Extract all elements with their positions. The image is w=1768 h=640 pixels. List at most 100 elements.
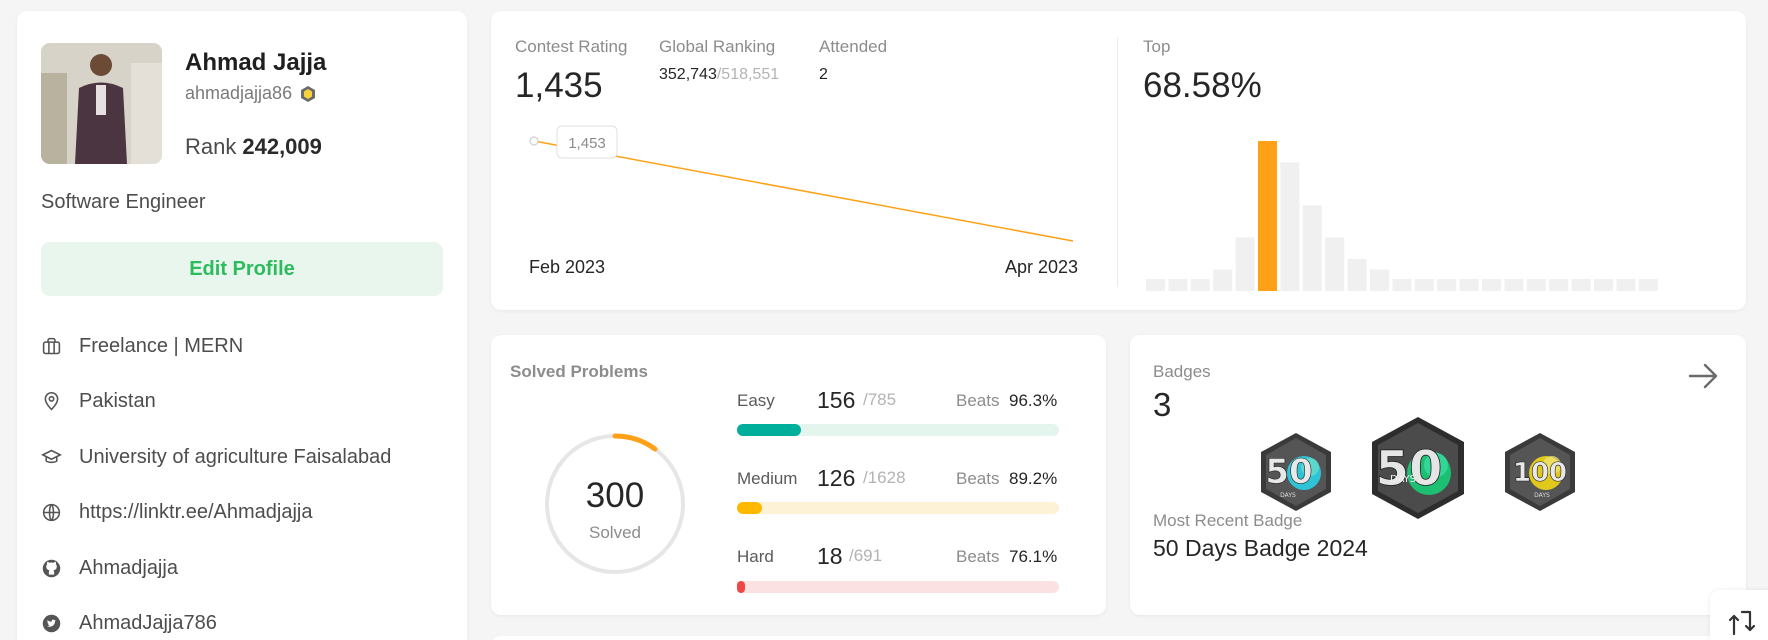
- tooltip-text: 1,453: [568, 135, 606, 152]
- histogram-bar: [1638, 279, 1658, 291]
- globe-icon: [42, 503, 61, 522]
- arrow-right-icon[interactable]: [1686, 359, 1720, 393]
- histogram-bar: [1392, 279, 1412, 291]
- histogram-bar: [1594, 279, 1613, 291]
- top-label: Top: [1143, 37, 1171, 56]
- badges-label: Badges: [1153, 362, 1211, 381]
- histogram-bar: [1146, 279, 1165, 291]
- global-ranking-value: 352,743: [659, 66, 717, 83]
- medium-progress-fill: [737, 502, 762, 514]
- histogram-bar: [1526, 279, 1546, 291]
- info-row-website: https://linktr.ee/Ahmadjajja: [41, 501, 312, 524]
- knight-badge-icon[interactable]: [299, 85, 317, 103]
- hard-progress-fill: [737, 581, 746, 593]
- easy-total: /785: [863, 390, 897, 409]
- medium-beats-label: Beats: [956, 469, 1000, 488]
- twitter-icon: [42, 614, 61, 633]
- histogram-bar: [1190, 279, 1210, 291]
- x-tick-end: Apr 2023: [1005, 257, 1078, 277]
- avatar[interactable]: [41, 43, 162, 164]
- histogram-bar: [1370, 269, 1389, 291]
- svg-text:DAYS: DAYS: [1534, 492, 1550, 499]
- next-card-edge: [491, 636, 1746, 640]
- floating-action-widget[interactable]: [1710, 590, 1768, 640]
- edit-profile-button[interactable]: Edit Profile: [41, 242, 443, 296]
- rank-value: 242,009: [242, 134, 322, 159]
- info-row-location: Pakistan: [41, 390, 156, 413]
- histogram-bar: [1302, 205, 1322, 291]
- badges-count: 3: [1153, 386, 1172, 423]
- briefcase-icon: [42, 337, 61, 355]
- svg-text:50: 50: [1265, 452, 1312, 492]
- rank: Rank 242,009: [185, 134, 322, 160]
- badges-card: Badges 3 50 DAYS 50 DAYS 100 DAYS Most R…: [1130, 335, 1746, 615]
- easy-beats: 96.3%: [1009, 391, 1058, 410]
- histogram-bar-current: [1258, 141, 1277, 291]
- histogram-bar: [1504, 279, 1524, 291]
- histogram-bar: [1571, 279, 1591, 291]
- rating-tooltip: 1,453: [556, 125, 618, 159]
- badge-50-days-icon[interactable]: 50 DAYS: [1258, 431, 1334, 513]
- info-row-school: University of agriculture Faisalabad: [41, 446, 391, 469]
- easy-label: Easy: [737, 391, 775, 410]
- info-text: Pakistan: [79, 390, 156, 412]
- global-ranking-label: Global Ranking: [659, 37, 776, 56]
- rating-histogram[interactable]: [1146, 131, 1721, 296]
- solved-title: Solved Problems: [510, 362, 648, 381]
- card-divider: [1117, 37, 1118, 287]
- global-ranking: 352,743/518,551: [659, 66, 779, 84]
- recent-badge-name: 50 Days Badge 2024: [1153, 535, 1368, 561]
- medium-count: 126: [817, 465, 856, 491]
- svg-text:DAYS: DAYS: [1280, 492, 1296, 499]
- badge-50-days-2024-icon[interactable]: 50 DAYS: [1368, 415, 1468, 521]
- badge-100-days-icon[interactable]: 100 DAYS: [1502, 431, 1578, 513]
- info-row-github: Ahmadjajja: [41, 557, 178, 580]
- top-percent: 68.58%: [1143, 66, 1262, 105]
- username-text: ahmadjajja86: [185, 83, 293, 103]
- easy-progress-fill: [737, 424, 802, 436]
- histogram-bar: [1213, 269, 1233, 291]
- medium-total: /1628: [863, 468, 906, 487]
- medium-progress-bar: [737, 502, 1059, 514]
- hard-count: 18: [817, 543, 843, 569]
- easy-progress-bar: [737, 424, 1059, 436]
- attended-label: Attended: [819, 37, 888, 56]
- solved-total: 300: [585, 476, 645, 515]
- solved-total-label: Solved: [589, 523, 641, 542]
- histogram-bar: [1280, 162, 1300, 291]
- website-link[interactable]: https://linktr.ee/Ahmadjajja: [79, 501, 312, 524]
- hard-progress-bar: [737, 581, 1059, 593]
- histogram-bar: [1482, 279, 1501, 291]
- attended-value: 2: [819, 66, 828, 83]
- histogram-bar: [1549, 279, 1569, 291]
- info-text: Freelance | MERN: [79, 335, 244, 357]
- histogram-bar: [1325, 237, 1345, 291]
- x-tick-start: Feb 2023: [529, 257, 605, 277]
- profile-card: Ahmad Jajja ahmadjajja86 Rank 242,009 Sof…: [17, 11, 467, 640]
- github-link[interactable]: Ahmadjajja: [79, 557, 178, 580]
- contest-rating-label: Contest Rating: [515, 37, 628, 56]
- global-ranking-total: /518,551: [716, 66, 780, 83]
- info-text: University of agriculture Faisalabad: [79, 446, 392, 468]
- histogram-bar: [1168, 279, 1188, 291]
- rating-line-chart[interactable]: 1,453 Feb 2023 Apr 2023: [491, 101, 1117, 301]
- svg-text:DAYS: DAYS: [1390, 474, 1416, 485]
- svg-text:100: 100: [1513, 458, 1567, 488]
- swap-icon[interactable]: [1728, 608, 1756, 636]
- username: ahmadjajja86: [185, 83, 317, 104]
- github-icon: [42, 559, 61, 578]
- role: Software Engineer: [41, 191, 206, 213]
- info-row-twitter: AhmadJajja786: [41, 612, 217, 635]
- histogram-bar: [1414, 279, 1434, 291]
- medium-beats: 89.2%: [1009, 469, 1058, 488]
- graduation-cap-icon: [41, 449, 62, 464]
- rank-label: Rank: [185, 134, 237, 159]
- histogram-bar: [1437, 279, 1457, 291]
- hard-beats: 76.1%: [1009, 547, 1058, 566]
- easy-count: 156: [817, 387, 856, 413]
- histogram-bar: [1616, 279, 1636, 291]
- rating-point: [529, 136, 539, 146]
- display-name: Ahmad Jajja: [185, 49, 327, 76]
- twitter-link[interactable]: AhmadJajja786: [79, 612, 217, 635]
- histogram-bar: [1235, 237, 1255, 291]
